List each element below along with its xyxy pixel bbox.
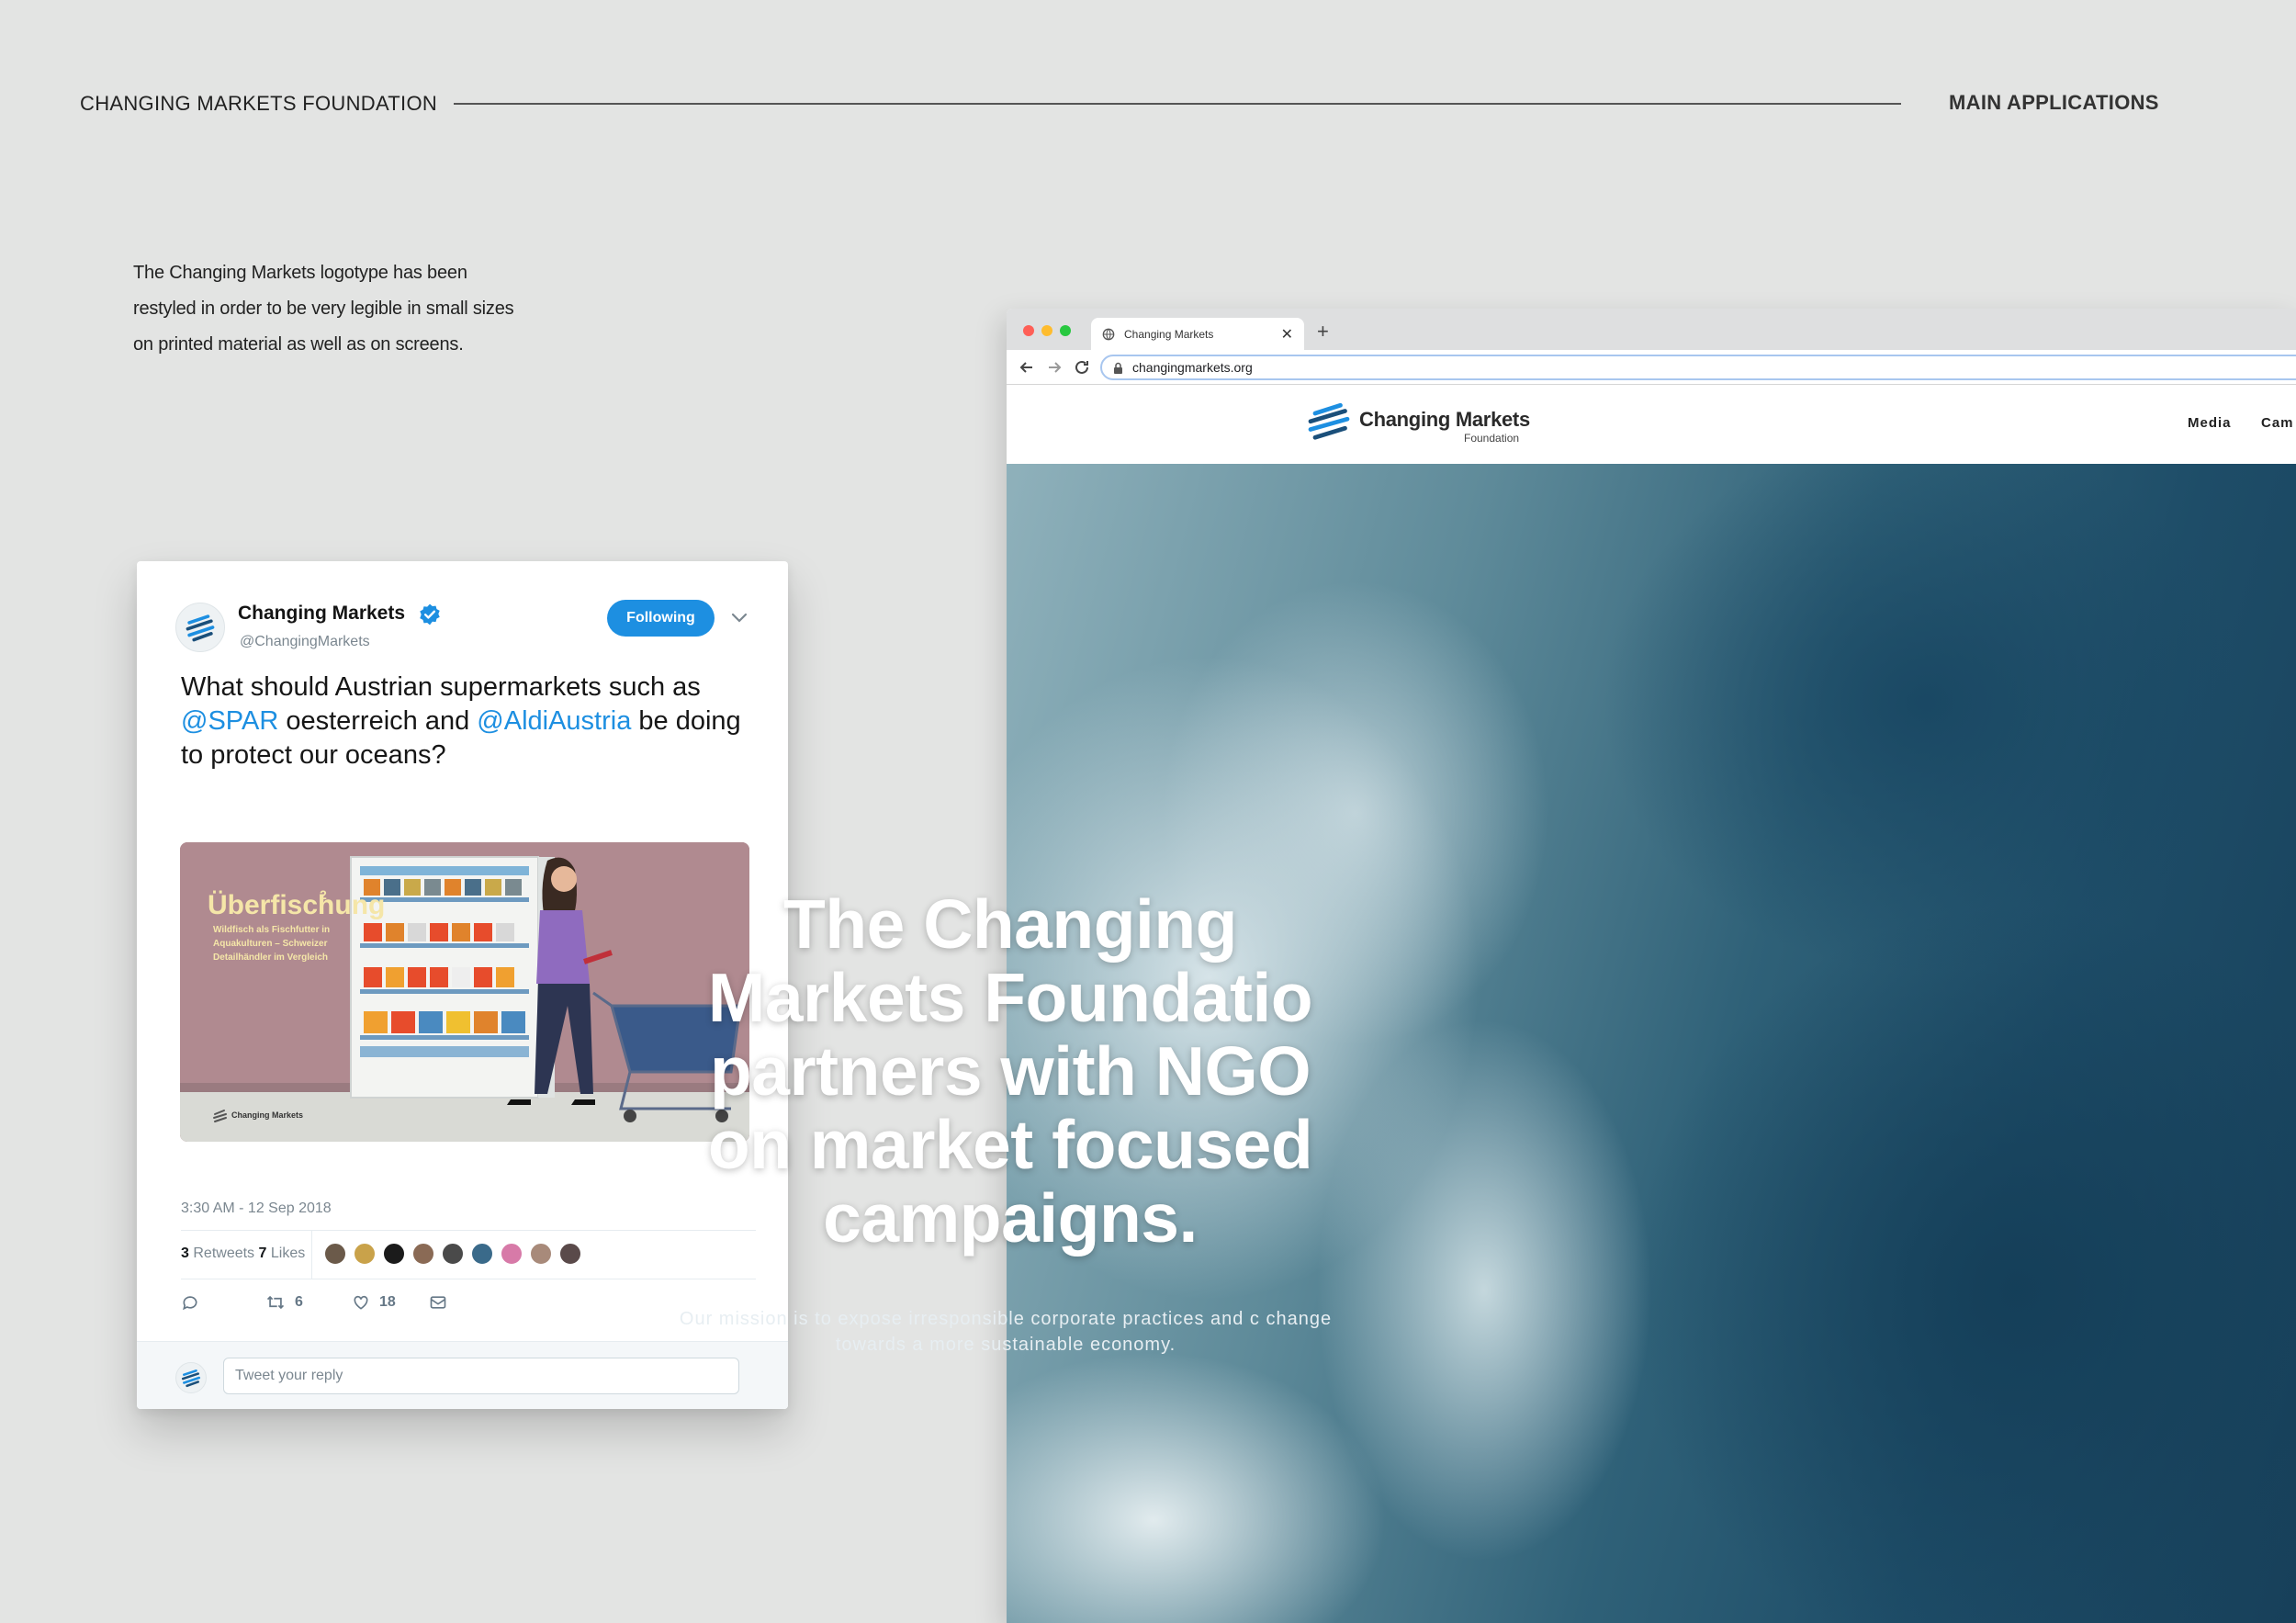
changing-markets-logo-icon[interactable] [1306,400,1352,445]
changing-markets-logo-icon [186,614,215,642]
retweet-button[interactable]: 6 [265,1293,303,1312]
media-brand: Changing Markets [231,1110,303,1120]
tweet-text-part: oesterreich and [278,706,478,736]
back-arrow-icon[interactable] [1018,358,1036,377]
tweet-text: What should Austrian supermarkets such a… [181,671,760,772]
site-brand-sub: Foundation [1464,432,1520,445]
globe-icon [1102,328,1115,340]
reload-icon[interactable] [1073,358,1091,377]
media-subtitle: Wildfisch als Fischfutter in Aquakulture… [213,925,331,963]
like-button[interactable]: 18 [352,1293,396,1312]
address-bar[interactable]: changingmarkets.org [1100,355,2296,380]
envelope-icon [430,1296,446,1309]
media-superscript: 2 [320,887,327,902]
likes-count[interactable]: 7 [259,1245,267,1261]
tab-strip: Changing Markets ✕ + [1007,309,2296,350]
header-divider [454,103,1901,105]
liker-avatars [323,1242,582,1266]
liker-avatar[interactable] [411,1242,435,1266]
browser-tab[interactable]: Changing Markets ✕ [1091,318,1304,350]
new-tab-icon[interactable]: + [1317,320,1329,344]
tweet-avatar[interactable] [175,603,225,652]
verified-badge-icon [420,603,440,626]
browser-toolbar: changingmarkets.org [1007,350,2296,385]
mention-aldi-link[interactable]: @AldiAustria [477,706,631,736]
nav-item-campaigns[interactable]: Cam [2261,415,2294,431]
like-count: 18 [379,1294,396,1310]
retweet-count: 6 [295,1294,303,1310]
tweet-stats: 3 Retweets 7 Likes [181,1245,305,1262]
site-header: Changing Markets Foundation Media Cam [1007,385,2296,464]
intro-paragraph: The Changing Markets logotype has been r… [133,263,514,355]
close-tab-icon[interactable]: ✕ [1281,325,1293,344]
message-button[interactable] [429,1293,447,1312]
likes-label[interactable]: Likes [271,1245,305,1261]
lock-icon [1114,362,1122,374]
following-button[interactable]: Following [607,600,715,637]
media-headline: Überfischung [208,890,385,920]
retweets-label[interactable]: Retweets [193,1245,254,1261]
tweet-actions: 6 18 [181,1293,567,1315]
tweet-author-handle[interactable]: @ChangingMarkets [240,634,370,650]
section-title: MAIN APPLICATIONS [1949,91,2159,114]
forward-arrow-icon[interactable] [1045,358,1064,377]
tweet-timestamp[interactable]: 3:30 AM - 12 Sep 2018 [181,1200,332,1217]
liker-avatar[interactable] [470,1242,494,1266]
url-text: changingmarkets.org [1132,360,1253,375]
retweets-count[interactable]: 3 [181,1245,189,1261]
retweet-icon [266,1295,285,1310]
tweet-author-name[interactable]: Changing Markets [238,603,405,625]
reply-button[interactable] [181,1293,199,1312]
chevron-down-icon[interactable] [728,607,750,629]
liker-avatar[interactable] [500,1242,523,1266]
site-brand-name[interactable]: Changing Markets [1359,408,1530,432]
reply-icon [183,1296,197,1311]
mention-spar-link[interactable]: @SPAR [181,706,278,736]
liker-avatar[interactable] [353,1242,377,1266]
liker-avatar[interactable] [558,1242,582,1266]
liker-avatar[interactable] [323,1242,347,1266]
reply-avatar [175,1362,207,1393]
hero-subtitle: Our mission is to expose irresponsible c… [679,1309,1333,1355]
liker-avatar[interactable] [441,1242,465,1266]
heart-icon [354,1295,368,1310]
reply-input[interactable] [223,1358,739,1394]
hero-title: The Changing Markets Foundatio partners … [707,885,1313,1257]
page-header-title: CHANGING MARKETS FOUNDATION [80,92,438,115]
changing-markets-logo-icon [181,1369,201,1388]
maximize-window-icon[interactable] [1060,325,1071,336]
divider [311,1231,312,1279]
close-window-icon[interactable] [1023,325,1034,336]
tweet-text-part: What should Austrian supermarkets such a… [181,672,701,702]
nav-item-media[interactable]: Media [2188,415,2232,431]
liker-avatar[interactable] [382,1242,406,1266]
minimize-window-icon[interactable] [1041,325,1052,336]
liker-avatar[interactable] [529,1242,553,1266]
tab-title: Changing Markets [1124,327,1214,341]
